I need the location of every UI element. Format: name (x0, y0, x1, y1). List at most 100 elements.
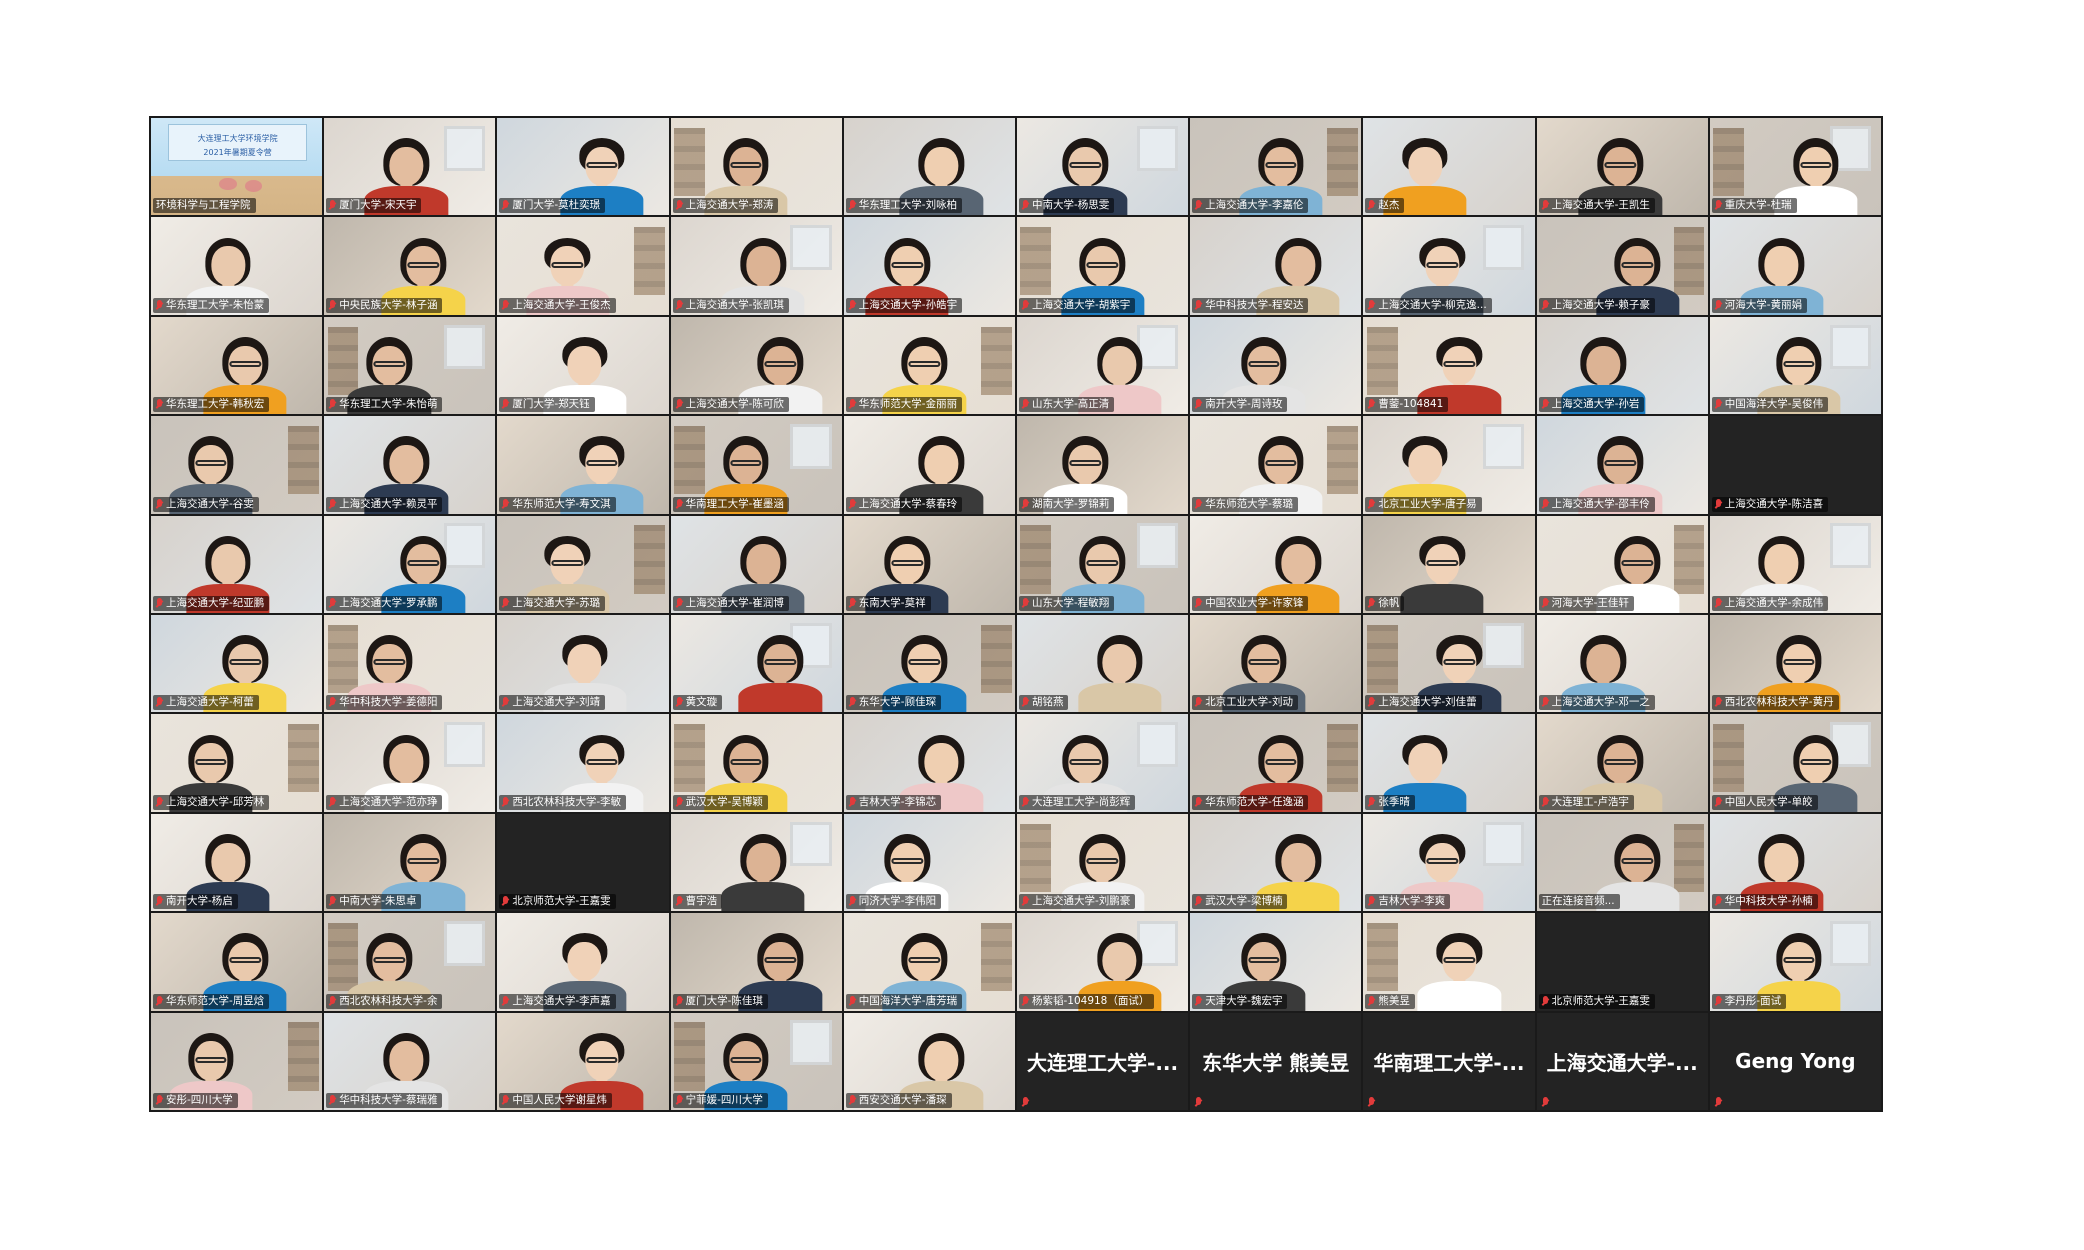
participant-tile[interactable]: 上海交通大学-陈可欣 (670, 316, 842, 415)
participant-tile[interactable]: 北京工业大学-刘动 (1190, 615, 1362, 713)
participant-tile[interactable]: 赵杰 (1363, 118, 1535, 216)
participant-tile[interactable]: 华东师范大学-金丽丽 (843, 316, 1015, 415)
participant-tile[interactable]: 重庆大学-杜瑞 (1709, 118, 1881, 216)
participant-tile[interactable]: 山东大学-程敏翔 (1016, 515, 1189, 613)
participant-tile[interactable]: 西北农林科技大学-黄丹 (1709, 615, 1881, 713)
participant-tile[interactable]: 上海交通大学-蔡春玲 (843, 416, 1015, 514)
participant-tile[interactable]: 华中科技大学-姜德阳 (324, 615, 496, 713)
participant-tile[interactable]: 上海交通大学-余成伟 (1709, 515, 1881, 613)
participant-tile[interactable]: 大连理工大学-尚彭辉 (1016, 714, 1189, 812)
participant-tile[interactable]: 西安交通大学-潘琛 (843, 1012, 1015, 1110)
participant-tile[interactable]: 天津大学-魏宏宇 (1190, 913, 1362, 1011)
participant-tile[interactable]: 上海交通大学-李嘉伦 (1190, 118, 1362, 216)
participant-tile[interactable]: 上海交通大学-... (1536, 1012, 1708, 1110)
participant-tile[interactable]: 上海交通大学-谷雯 (151, 416, 323, 514)
participant-tile[interactable]: 上海交通大学-柳克逸... (1363, 217, 1535, 315)
participant-tile[interactable]: 上海交通大学-崔润博 (670, 515, 842, 613)
participant-tile[interactable]: 中国海洋大学-唐芳瑞 (843, 913, 1015, 1011)
participant-tile[interactable]: 中南大学-朱思卓 (324, 813, 496, 912)
participant-tile[interactable]: 中国农业大学-许家锋 (1190, 515, 1362, 613)
participant-tile[interactable]: 上海交通大学-陈洁喜 (1709, 416, 1881, 514)
participant-tile[interactable]: 东南大学-莫祥 (843, 515, 1015, 613)
participant-tile[interactable]: 厦门大学-郑天钰 (497, 316, 669, 415)
participant-tile[interactable]: 河海大学-黄丽娟 (1709, 217, 1881, 315)
participant-tile[interactable]: 华东理工大学-韩秋宏 (151, 316, 323, 415)
participant-tile[interactable]: 吉林大学-李爽 (1363, 813, 1535, 912)
participant-tile[interactable]: 上海交通大学-刘靖 (497, 615, 669, 713)
participant-tile[interactable]: 黄文璇 (670, 615, 842, 713)
participant-tile[interactable]: 上海交通大学-邵丰伶 (1536, 416, 1708, 514)
participant-tile[interactable]: 同济大学-李伟阳 (843, 813, 1015, 912)
participant-tile[interactable]: 杨紫韬-104918（面试） (1016, 913, 1189, 1011)
participant-tile[interactable]: 上海交通大学-孙皓宇 (843, 217, 1015, 315)
participant-tile[interactable]: 宁菲媛-四川大学 (670, 1012, 842, 1110)
participant-tile[interactable]: 华南理工大学-... (1363, 1012, 1535, 1110)
participant-tile[interactable]: 华东师范大学-蔡璐 (1190, 416, 1362, 514)
participant-tile[interactable]: 上海交通大学-刘鹏豪 (1016, 813, 1189, 912)
participant-tile[interactable]: 上海交通大学-王凯生 (1536, 118, 1708, 216)
participant-tile[interactable]: 上海交通大学-刘佳蕾 (1363, 615, 1535, 713)
participant-tile[interactable]: 张季晴 (1363, 714, 1535, 812)
participant-tile[interactable]: Geng Yong (1709, 1012, 1881, 1110)
participant-tile[interactable]: 西北农林科技大学-李敏 (497, 714, 669, 812)
participant-tile[interactable]: 东华大学 熊美昱 (1190, 1012, 1362, 1110)
participant-tile[interactable]: 上海交通大学-纪亚鹏 (151, 515, 323, 613)
participant-tile[interactable]: 南开大学-周诗玫 (1190, 316, 1362, 415)
participant-tile[interactable]: 大连理工-卢浩宇 (1536, 714, 1708, 812)
participant-tile[interactable]: 厦门大学-陈佳琪 (670, 913, 842, 1011)
participant-tile[interactable]: 华中科技大学-孙楠 (1709, 813, 1881, 912)
participant-tile[interactable]: 华中科技大学-蔡瑞雅 (324, 1012, 496, 1110)
participant-tile[interactable]: 山东大学-高正清 (1016, 316, 1189, 415)
participant-tile[interactable]: 上海交通大学-张凯琪 (670, 217, 842, 315)
participant-tile[interactable]: 正在连接音频... (1536, 813, 1708, 912)
participant-tile[interactable]: 中南大学-杨思雯 (1016, 118, 1189, 216)
participant-tile[interactable]: 上海交通大学-邱芳林 (151, 714, 323, 812)
participant-tile[interactable]: 华东理工大学-朱怡萌 (324, 316, 496, 415)
participant-tile[interactable]: 河海大学-王佳轩 (1536, 515, 1708, 613)
participant-tile[interactable]: 华东师范大学-周昱焓 (151, 913, 323, 1011)
participant-tile[interactable]: 曹宇浩 (670, 813, 842, 912)
participant-tile[interactable]: 武汉大学-梁博楠 (1190, 813, 1362, 912)
participant-tile[interactable]: 胡铭燕 (1016, 615, 1189, 713)
participant-tile[interactable]: 上海交通大学-李声嘉 (497, 913, 669, 1011)
participant-tile[interactable]: 上海交通大学-王俊杰 (497, 217, 669, 315)
participant-tile[interactable]: 华东师范大学-任逸涵 (1190, 714, 1362, 812)
participant-tile[interactable]: 华东师范大学-寿文淇 (497, 416, 669, 514)
participant-tile[interactable]: 上海交通大学-赖灵平 (324, 416, 496, 514)
participant-tile[interactable]: 安彤-四川大学 (151, 1012, 323, 1110)
participant-tile[interactable]: 厦门大学-宋天宇 (324, 118, 496, 216)
participant-tile[interactable]: 中国海洋大学-吴俊伟 (1709, 316, 1881, 415)
participant-tile[interactable]: 上海交通大学-苏璐 (497, 515, 669, 613)
participant-tile[interactable]: 北京师范大学-王嘉雯 (497, 813, 669, 912)
participant-tile[interactable]: 上海交通大学-郑涛 (670, 118, 842, 216)
participant-tile[interactable]: 上海交通大学-邓一之 (1536, 615, 1708, 713)
participant-tile[interactable]: 吉林大学-李锦芯 (843, 714, 1015, 812)
participant-tile[interactable]: 厦门大学-莫杜奕璟 (497, 118, 669, 216)
participant-tile[interactable]: 上海交通大学-罗承鹏 (324, 515, 496, 613)
participant-tile[interactable]: 中国人民大学谢星炜 (497, 1012, 669, 1110)
participant-tile[interactable]: 上海交通大学-胡紫宇 (1016, 217, 1189, 315)
participant-tile[interactable]: 西北农林科技大学-余 (324, 913, 496, 1011)
participant-tile[interactable]: 南开大学-杨启 (151, 813, 323, 912)
participant-tile[interactable]: 中国人民大学-单皎 (1709, 714, 1881, 812)
participant-tile[interactable]: 上海交通大学-范亦琤 (324, 714, 496, 812)
participant-tile[interactable]: 华中科技大学-程安达 (1190, 217, 1362, 315)
participant-tile[interactable]: 华南理工大学-崔墨涵 (670, 416, 842, 514)
participant-tile[interactable]: 上海交通大学-柯蕾 (151, 615, 323, 713)
participant-tile[interactable]: 熊美昱 (1363, 913, 1535, 1011)
participant-tile[interactable]: 北京工业大学-唐子易 (1363, 416, 1535, 514)
participant-tile[interactable]: 上海交通大学-孙岩 (1536, 316, 1708, 415)
participant-tile[interactable]: 华东理工大学-刘咏柏 (843, 118, 1015, 216)
participant-tile[interactable]: 曹蓥-104841 (1363, 316, 1535, 415)
participant-tile[interactable]: 大连理工大学环境学院 2021年暑期夏令营 环境科学与工程学院 (151, 118, 323, 216)
participant-tile[interactable]: 李丹彤-面试 (1709, 913, 1881, 1011)
participant-tile[interactable]: 华东理工大学-朱怡蒙 (151, 217, 323, 315)
participant-tile[interactable]: 北京师范大学-王嘉雯 (1536, 913, 1708, 1011)
participant-tile[interactable]: 湖南大学-罗锦莉 (1016, 416, 1189, 514)
participant-tile[interactable]: 徐帆 (1363, 515, 1535, 613)
participant-tile[interactable]: 东华大学-顾佳琛 (843, 615, 1015, 713)
participant-tile[interactable]: 大连理工大学-... (1016, 1012, 1189, 1110)
participant-tile[interactable]: 武汉大学-吴博颖 (670, 714, 842, 812)
participant-tile[interactable]: 中央民族大学-林子涵 (324, 217, 496, 315)
participant-tile[interactable]: 上海交通大学-赖子豪 (1536, 217, 1708, 315)
